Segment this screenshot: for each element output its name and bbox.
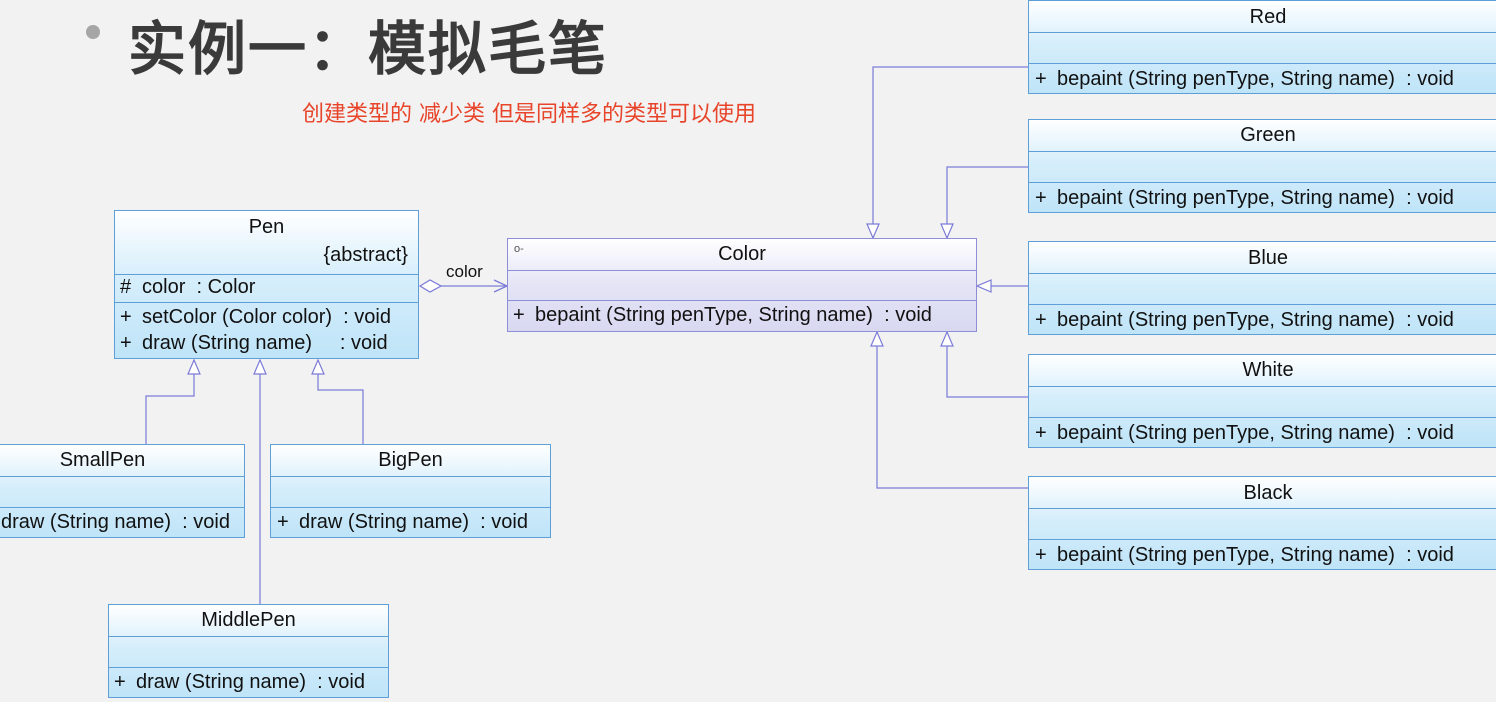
bullet-icon (86, 25, 100, 39)
smallpen-inherits-pen (145, 360, 194, 444)
visibility-marker: + (1035, 187, 1047, 209)
operation-text: bepaint (String penType, String name) : … (1057, 544, 1454, 566)
operation-text: bepaint (String penType, String name) : … (535, 304, 932, 326)
operations-section: + setColor (Color color) : void + draw (… (115, 302, 418, 358)
operations-section: + bepaint (String penType, String name) … (1029, 63, 1496, 93)
operation-text: draw (String name) : void (136, 671, 365, 693)
visibility-marker: + (513, 304, 525, 326)
class-name: Red (1249, 6, 1287, 28)
operations-section: + draw (String name) : void (271, 507, 550, 537)
operation-text: draw (String name) : void (299, 511, 528, 533)
annotation-note: 创建类型的 减少类 但是同样多的类型可以使用 (302, 102, 756, 127)
class-bigpen[interactable]: BigPen + draw (String name) : void (270, 444, 551, 538)
attributes-section (1029, 508, 1496, 539)
operations-section: + bepaint (String penType, String name) … (1029, 304, 1496, 334)
class-smallpen[interactable]: SmallPen draw (String name) : void (0, 444, 245, 538)
class-pen[interactable]: Pen {abstract} # color : Color + setColo… (114, 210, 419, 359)
visibility-marker: + (120, 306, 132, 328)
attributes-section (508, 270, 976, 300)
bigpen-inherits-pen (318, 360, 364, 444)
visibility-marker: + (277, 511, 289, 533)
attributes-section (1029, 386, 1496, 417)
operations-section: + bepaint (String penType, String name) … (1029, 417, 1496, 447)
visibility-marker: # (120, 276, 132, 298)
attributes-section (1029, 32, 1496, 63)
attribute-text: color : Color (142, 276, 256, 298)
operation-text: draw (String name) : void (142, 332, 388, 354)
class-black[interactable]: Black + bepaint (String penType, String … (1028, 476, 1496, 570)
operations-section: + bepaint (String penType, String name) … (1029, 539, 1496, 569)
class-middlepen[interactable]: MiddlePen + draw (String name) : void (108, 604, 389, 698)
attributes-section (109, 636, 388, 667)
association-label: color (446, 262, 483, 281)
operation-text: bepaint (String penType, String name) : … (1057, 422, 1454, 444)
attributes-section (1029, 273, 1496, 304)
class-name: BigPen (378, 449, 443, 471)
class-name: Green (1240, 124, 1296, 146)
red-implements-color (873, 66, 1028, 238)
class-name: SmallPen (59, 449, 146, 471)
class-color[interactable]: o- Color + bepaint (String penType, Stri… (507, 238, 977, 332)
attributes-section: # color : Color (115, 274, 418, 302)
visibility-marker: + (1035, 68, 1047, 90)
operation-text: setColor (Color color) : void (142, 306, 391, 328)
operations-section: + draw (String name) : void (109, 667, 388, 697)
attributes-section (0, 476, 244, 507)
class-red[interactable]: Red + bepaint (String penType, String na… (1028, 0, 1496, 94)
operation-text: bepaint (String penType, String name) : … (1057, 187, 1454, 209)
class-white[interactable]: White + bepaint (String penType, String … (1028, 354, 1496, 448)
class-name: Pen (248, 216, 285, 238)
visibility-marker: + (1035, 309, 1047, 331)
class-name: White (1242, 359, 1294, 381)
class-name: MiddlePen (201, 609, 296, 631)
stereotype-label: {abstract} (323, 244, 408, 266)
black-implements-color (877, 332, 1028, 489)
operations-section: + bepaint (String penType, String name) … (1029, 182, 1496, 212)
visibility-marker: + (120, 332, 132, 354)
page-title: 实例一：模拟毛笔 (128, 15, 609, 83)
visibility-marker: + (1035, 544, 1047, 566)
class-green[interactable]: Green + bepaint (String penType, String … (1028, 119, 1496, 213)
operation-text: bepaint (String penType, String name) : … (1057, 68, 1454, 90)
operations-section: draw (String name) : void (0, 507, 244, 537)
class-name: Color (718, 243, 766, 265)
visibility-marker: + (114, 671, 126, 693)
operations-section: + bepaint (String penType, String name) … (508, 300, 976, 331)
class-name: Black (1243, 482, 1293, 504)
attributes-section (271, 476, 550, 507)
operation-text: bepaint (String penType, String name) : … (1057, 309, 1454, 331)
white-implements-color (947, 332, 1028, 398)
green-implements-color (947, 166, 1028, 238)
operation-text: draw (String name) : void (1, 511, 230, 533)
visibility-marker: + (1035, 422, 1047, 444)
class-name: Blue (1247, 247, 1289, 269)
attributes-section (1029, 151, 1496, 182)
class-blue[interactable]: Blue + bepaint (String penType, String n… (1028, 241, 1496, 335)
